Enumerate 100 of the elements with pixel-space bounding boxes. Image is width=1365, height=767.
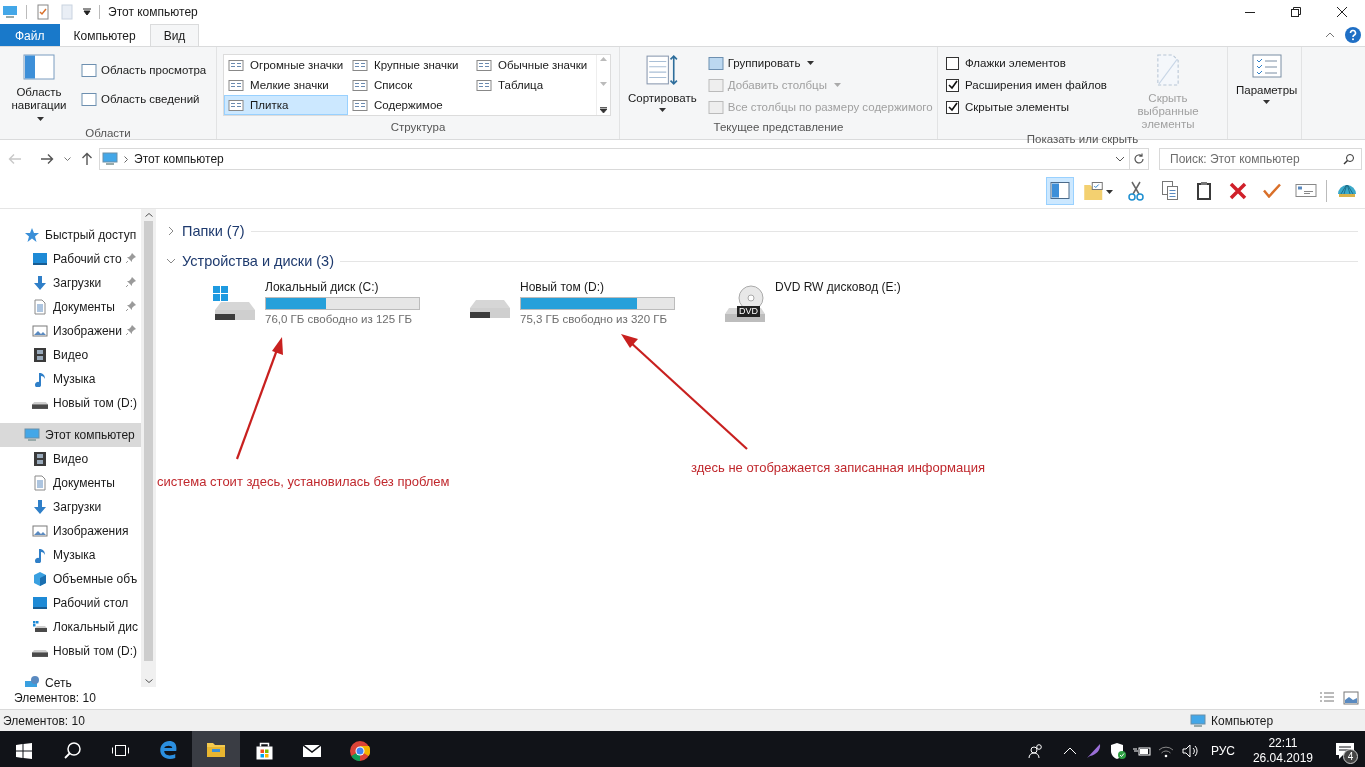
sidebar-item[interactable]: Документы (0, 295, 141, 319)
computer-icon[interactable] (2, 4, 18, 20)
pin-icon[interactable] (125, 252, 137, 264)
tiles-view-button[interactable] (1343, 691, 1359, 705)
chevron-right-icon[interactable] (166, 226, 176, 236)
sidebar-item[interactable]: Изображения (0, 519, 141, 543)
sidebar-item[interactable]: Документы (0, 471, 141, 495)
drive-name[interactable]: Новый том (D:) (520, 280, 675, 294)
section-header[interactable]: Папки (7) (182, 223, 245, 239)
checkbox[interactable] (946, 56, 959, 70)
search-icon (63, 742, 81, 759)
caret-icon (833, 83, 841, 87)
pin-icon[interactable] (125, 300, 137, 312)
checkbox[interactable] (946, 100, 959, 114)
caret-icon (1105, 189, 1113, 194)
sidebar-item[interactable]: Загрузки (0, 495, 141, 519)
sidebar-item[interactable]: Музыка (0, 367, 141, 391)
layout-option[interactable]: Плитка (224, 95, 348, 115)
computer-icon (102, 151, 118, 167)
view-layout-icon (352, 79, 368, 91)
address-field[interactable]: Этот компьютер (99, 148, 1130, 170)
navigation-pane-button[interactable]: Область навигации (4, 50, 74, 127)
help-icon[interactable] (1345, 27, 1361, 43)
checkbox[interactable] (946, 78, 959, 92)
layout-option[interactable]: Таблица (472, 75, 596, 95)
scrollbar[interactable] (141, 209, 156, 687)
sidebar-item[interactable]: Видео (0, 447, 141, 471)
window-title: Этот компьютер (108, 5, 199, 19)
refresh-button[interactable] (1129, 148, 1149, 170)
view-layout-icon (228, 79, 244, 91)
collapse-ribbon-icon[interactable] (1325, 32, 1335, 38)
sidebar-item[interactable]: Музыка (0, 543, 141, 567)
network-icon (24, 675, 40, 687)
ribbon-tab[interactable]: Вид (149, 24, 200, 46)
card-icon (1295, 184, 1317, 197)
search-icon[interactable] (1343, 153, 1355, 165)
sidebar-item[interactable]: Видео (0, 343, 141, 367)
pane-layout-icon (23, 54, 55, 80)
forward-icon[interactable] (40, 153, 54, 165)
drive-name[interactable]: DVD RW дисковод (E:) (775, 280, 901, 294)
notifications-button[interactable]: 4 (1325, 731, 1365, 767)
options-button[interactable]: Параметры (1232, 50, 1302, 139)
dropdown-icon[interactable] (83, 8, 91, 16)
sidebar-item[interactable]: Рабочий стол (0, 591, 141, 615)
layout-option[interactable]: Список (348, 75, 472, 95)
dropdown-icon[interactable] (1115, 156, 1125, 162)
sidebar-item[interactable]: Изображени (0, 319, 141, 343)
sidebar-item[interactable]: Этот компьютер (0, 423, 141, 447)
search-field[interactable]: Поиск: Этот компьютер (1159, 148, 1362, 170)
sidebar-item[interactable]: Загрузки (0, 271, 141, 295)
close-icon (1337, 7, 1347, 17)
view-layout-icon (228, 99, 244, 111)
layout-option[interactable]: Крупные значки (348, 55, 472, 75)
chevron-down-icon[interactable] (166, 256, 176, 266)
music-note-icon (32, 547, 48, 563)
layout-option[interactable]: Мелкие значки (224, 75, 348, 95)
ribbon-tab[interactable]: Файл (0, 24, 60, 46)
status-text: Элементов: 10 (3, 713, 85, 728)
taskbar-button[interactable] (192, 731, 240, 767)
layout-option[interactable]: Содержимое (348, 95, 472, 115)
pin-icon[interactable] (125, 276, 137, 288)
sidebar-item[interactable]: Локальный дис (0, 615, 141, 639)
up-icon[interactable] (81, 152, 93, 166)
people-icon[interactable] (1026, 741, 1045, 760)
expand-gallery-icon[interactable] (600, 107, 607, 113)
scroll-down-icon[interactable] (144, 679, 153, 683)
checklist-icon[interactable] (35, 4, 51, 20)
ribbon-tab[interactable]: Компьютер (59, 24, 150, 46)
restore-icon (1291, 7, 1301, 17)
sidebar-item[interactable]: Рабочий сто (0, 247, 141, 271)
clock[interactable]: 22:11 26.04.2019 (1246, 735, 1319, 766)
pane-toggle-button[interactable] (1046, 176, 1074, 205)
shield-icon[interactable] (1108, 741, 1127, 760)
view-layout-icon (352, 99, 368, 111)
sort-button[interactable]: Сортировать (624, 50, 701, 121)
task-view-icon (111, 745, 129, 756)
view-layout-icon (228, 59, 244, 71)
drive-icon (32, 619, 48, 635)
picture-icon (32, 523, 48, 539)
minimize-icon (1245, 11, 1255, 13)
view-option[interactable]: Группировать (704, 53, 936, 73)
drive-name[interactable]: Локальный диск (C:) (265, 280, 420, 294)
browser-icon (350, 740, 370, 761)
layout-option[interactable]: Обычные значки (472, 55, 596, 75)
sidebar-item[interactable]: Новый том (D:) (0, 391, 141, 415)
sidebar-item[interactable]: Объемные объ (0, 567, 141, 591)
sidebar-item[interactable]: Быстрый доступ (0, 223, 141, 247)
sidebar-item[interactable]: Сеть (0, 671, 141, 687)
list-icon (1319, 691, 1335, 705)
refresh-icon (1133, 153, 1145, 165)
section-header[interactable]: Устройства и диски (3) (182, 253, 335, 269)
sidebar-item[interactable]: Новый том (D:) (0, 639, 141, 663)
drive-icon (32, 401, 48, 409)
pin-icon[interactable] (125, 324, 137, 336)
pane-option[interactable]: Область сведений (78, 89, 210, 109)
shell-icon (1336, 184, 1358, 197)
layout-option[interactable]: Огромные значки (224, 55, 348, 75)
scroll-up-icon[interactable] (144, 213, 153, 217)
pane-option[interactable]: Область просмотра (78, 60, 210, 80)
language-indicator[interactable]: РУС (1204, 743, 1241, 758)
